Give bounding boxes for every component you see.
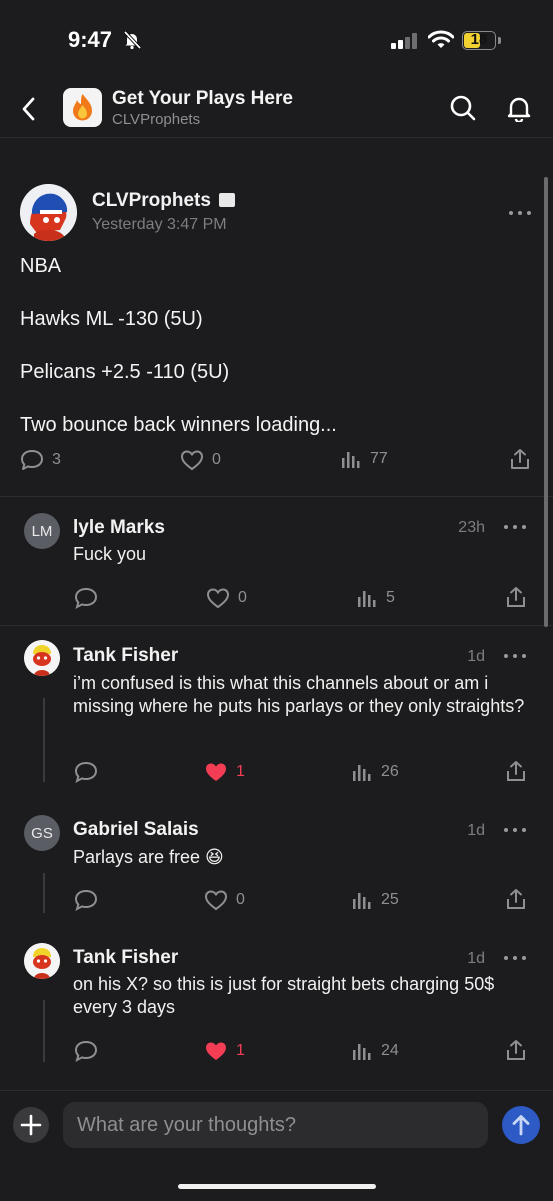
wifi-icon	[428, 30, 454, 50]
post-divider	[0, 496, 553, 497]
home-indicator	[178, 1184, 376, 1189]
search-icon[interactable]	[449, 94, 477, 122]
comment-avatar[interactable]	[24, 943, 60, 979]
battery-icon: 18	[462, 31, 496, 50]
post-timestamp: Yesterday 3:47 PM	[92, 216, 227, 233]
comment-text: i’m confused is this what this channels …	[73, 673, 525, 716]
comment-view-count: 5	[386, 589, 395, 606]
comment-views: 5	[356, 588, 395, 608]
comment-like-button[interactable]: 1	[204, 761, 245, 783]
channel-logo	[63, 88, 102, 127]
post-line-pick-2: Pelicans +2.5 -110 (5U)	[20, 361, 230, 383]
comment-view-count: 24	[381, 1042, 399, 1059]
comment-like-count: 0	[236, 891, 245, 908]
thread-line	[43, 873, 45, 913]
comment-time: 1d	[467, 822, 485, 839]
add-attachment-button[interactable]	[13, 1107, 49, 1143]
post-share-icon[interactable]	[509, 448, 531, 470]
thread-line	[43, 1000, 45, 1062]
verified-badge-icon	[219, 193, 235, 207]
comment-author[interactable]: Tank Fisher	[73, 645, 178, 667]
heart-filled-icon	[206, 763, 226, 781]
comment-time: 1d	[467, 648, 485, 665]
arrow-up-icon	[512, 1115, 530, 1136]
post-more-icon[interactable]	[509, 211, 531, 217]
views-icon	[353, 893, 371, 909]
comment-avatar[interactable]: GS	[24, 815, 60, 851]
comment-more-icon[interactable]	[504, 525, 526, 531]
views-icon	[353, 765, 371, 781]
comment-more-icon[interactable]	[504, 956, 526, 962]
comment-time: 1d	[467, 950, 485, 967]
signal-icon	[391, 33, 419, 49]
notification-bell-icon[interactable]	[505, 94, 533, 122]
comment-text: Parlays are free 😆	[73, 847, 224, 867]
comment-more-icon[interactable]	[504, 828, 526, 834]
comment-time: 23h	[458, 519, 485, 536]
bell-slash-icon	[122, 30, 142, 50]
comment-reply-icon[interactable]	[74, 889, 98, 911]
heart-icon	[180, 450, 204, 471]
views-icon	[353, 1044, 371, 1060]
comment-author[interactable]: Tank Fisher	[73, 947, 178, 969]
comment-like-button[interactable]: 0	[204, 889, 245, 911]
comment-avatar[interactable]: LM	[24, 513, 60, 549]
comment-views: 25	[351, 890, 399, 910]
header-divider	[0, 137, 553, 138]
comment-reply-icon[interactable]	[74, 587, 98, 609]
comment-like-count: 1	[236, 763, 245, 780]
views-icon	[342, 452, 360, 468]
comment-share-icon[interactable]	[505, 888, 527, 910]
comment-like-button[interactable]: 0	[206, 587, 247, 609]
heart-filled-icon	[206, 1042, 226, 1060]
post-line-note: Two bounce back winners loading...	[20, 414, 337, 436]
heart-icon	[206, 588, 230, 609]
post-line-pick-1: Hawks ML -130 (5U)	[20, 308, 203, 330]
comment-text: Fuck you	[73, 544, 147, 564]
comment-reply-icon[interactable]	[74, 1040, 98, 1062]
comment-share-icon[interactable]	[505, 586, 527, 608]
comment-avatar[interactable]	[24, 640, 60, 676]
plus-icon	[20, 1114, 42, 1136]
post-like-count: 0	[212, 451, 221, 468]
post-view-count: 77	[370, 450, 388, 467]
battery-level: 18	[470, 31, 488, 48]
comment-view-count: 25	[381, 891, 399, 908]
comment-like-button[interactable]: 1	[204, 1040, 245, 1062]
comment-share-icon[interactable]	[505, 1039, 527, 1061]
post-views: 77	[340, 449, 388, 469]
comment-text: on his X? so this is just for straight b…	[73, 974, 495, 1017]
comment-views: 26	[351, 762, 399, 782]
comment-more-icon[interactable]	[504, 654, 526, 660]
comment-icon	[21, 450, 43, 470]
channel-subtitle: CLVProphets	[112, 111, 201, 128]
views-icon	[358, 591, 376, 607]
scrollbar[interactable]	[544, 177, 548, 627]
comment-input[interactable]	[63, 1102, 488, 1148]
comment-views: 24	[351, 1041, 399, 1061]
comment-like-count: 0	[238, 589, 247, 606]
status-time: 9:47	[68, 27, 113, 52]
back-button[interactable]	[16, 94, 42, 124]
comment-author[interactable]: Gabriel Salais	[73, 819, 199, 841]
comment-author[interactable]: lyle Marks	[73, 517, 165, 539]
heart-icon	[204, 890, 228, 911]
comment-reply-icon[interactable]	[74, 761, 98, 783]
comment-view-count: 26	[381, 763, 399, 780]
battery-tip	[498, 37, 501, 44]
post-line-league: NBA	[20, 255, 62, 277]
author-name[interactable]: CLVProphets	[92, 190, 211, 212]
comment-like-count: 1	[236, 1042, 245, 1059]
channel-title[interactable]: Get Your Plays Here	[112, 88, 293, 110]
comment-divider	[0, 625, 553, 626]
post-comment-count: 3	[52, 451, 61, 468]
send-button[interactable]	[502, 1106, 540, 1144]
post-like-button[interactable]: 0	[180, 449, 221, 471]
thread-line	[43, 698, 45, 782]
comment-share-icon[interactable]	[505, 760, 527, 782]
post-comment-button[interactable]: 3	[20, 449, 61, 471]
author-avatar[interactable]	[20, 184, 77, 241]
